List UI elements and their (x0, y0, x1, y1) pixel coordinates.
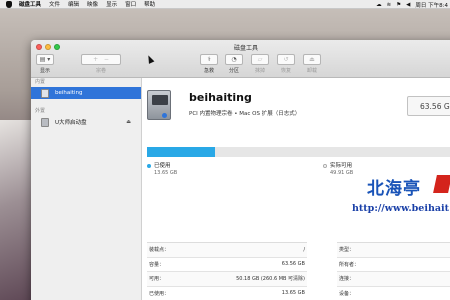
erase-button[interactable]: ▱ 抹掉 (251, 54, 269, 74)
legend-free: 实际可用 (323, 161, 352, 169)
volume-button[interactable]: + − 宗卷 (81, 54, 121, 74)
disk-icon (41, 88, 49, 98)
menu-view[interactable]: 显示 (106, 0, 117, 8)
apple-icon[interactable] (6, 0, 12, 8)
used-swatch (147, 163, 151, 168)
table-row: 设备：dis (337, 287, 450, 300)
view-label: 显示 (39, 68, 50, 74)
wifi-icon[interactable]: ≋ (387, 2, 392, 8)
flag-icon[interactable]: ⚑ (396, 2, 401, 8)
menu-file[interactable]: 文件 (49, 0, 60, 8)
stethoscope-icon: ⚕ (200, 54, 218, 65)
sidebar-item-usb[interactable]: U大师启动盘 ⏏ (31, 116, 141, 128)
volume-label: 宗卷 (95, 68, 106, 74)
add-remove-icon: + − (81, 54, 121, 65)
menu-image[interactable]: 映像 (87, 0, 98, 8)
unmount-label: 卸载 (306, 68, 317, 74)
eject-icon: ⏏ (303, 54, 321, 65)
disk-subtitle: PCI 内置物理宗卷 • Mac OS 扩展（日志式） (189, 111, 301, 117)
sidebar: 内置 beihaiting 外置 U大师启动盘 ⏏ (31, 78, 142, 300)
menu-help[interactable]: 帮助 (144, 0, 155, 8)
disk-name: beihaiting (189, 91, 252, 104)
watermark-title: 北海亭 (367, 179, 421, 199)
menu-edit[interactable]: 编辑 (68, 0, 79, 8)
table-row: 已使用： 13.65 GB (147, 287, 307, 300)
volume-icon[interactable]: ◀ (406, 2, 410, 8)
erase-icon: ▱ (251, 54, 269, 65)
capacity-badge: 63.56 G (407, 96, 450, 116)
usage-bar (147, 147, 450, 157)
sidebar-item-label: beihaiting (55, 90, 83, 96)
sidebar-item-label: U大师启动盘 (55, 120, 87, 126)
sidebar-external-header: 外置 (35, 108, 46, 114)
partition-button[interactable]: ◔ 分区 (225, 54, 243, 74)
eject-icon[interactable]: ⏏ (126, 119, 131, 125)
watermark-logo (433, 175, 450, 193)
legend-used-label: 已使用 (154, 163, 171, 169)
info-table-right: 类型： 所有者： 连接： 设备：dis (337, 242, 450, 300)
free-swatch (323, 163, 327, 168)
menu-bar: 磁盘工具 文件 编辑 映像 显示 窗口 帮助 ☁ ≋ ⚑ ◀ 周日 下午8:4 (0, 0, 450, 9)
menu-clock[interactable]: 周日 下午8:4 (415, 1, 448, 9)
sidebar-item-beihaiting[interactable]: beihaiting (31, 87, 141, 99)
usage-bar-used (147, 147, 215, 157)
first-aid-button[interactable]: ⚕ 急救 (200, 54, 218, 74)
table-row: 可用： 50.18 GB (260.6 MB 可清除) (147, 272, 307, 287)
menu-app-name[interactable]: 磁盘工具 (19, 0, 41, 8)
partition-icon: ◔ (225, 54, 243, 65)
table-row: 装载点： / (147, 243, 307, 258)
legend-used-value: 13.65 GB (154, 170, 178, 176)
table-row: 所有者： (337, 258, 450, 272)
partition-label: 分区 (228, 68, 239, 74)
legend-free-label: 实际可用 (330, 163, 353, 169)
legend-used: 已使用 (147, 161, 171, 169)
internal-disk-icon (147, 90, 171, 120)
disk-utility-window: 磁盘工具 ▤ ▾ 显示 + − 宗卷 ⚕ 急救 ◔ 分区 ▱ 抹掉 ↺ 恢复 ⏏… (31, 40, 450, 300)
title-bar: 磁盘工具 ▤ ▾ 显示 + − 宗卷 ⚕ 急救 ◔ 分区 ▱ 抹掉 ↺ 恢复 ⏏… (31, 40, 450, 78)
table-row: 连接： (337, 272, 450, 287)
restore-button[interactable]: ↺ 恢复 (277, 54, 295, 74)
legend-free-value: 49.91 GB (330, 170, 354, 176)
view-button[interactable]: ▤ ▾ 显示 (36, 54, 54, 74)
restore-icon: ↺ (277, 54, 295, 65)
watermark-url: http://www.beihait (352, 203, 450, 214)
unmount-button[interactable]: ⏏ 卸载 (303, 54, 321, 74)
menu-window[interactable]: 窗口 (125, 0, 136, 8)
cloud-icon[interactable]: ☁ (376, 2, 382, 8)
restore-label: 恢复 (280, 68, 291, 74)
table-row: 类型： (337, 243, 450, 258)
sidebar-internal-header: 内置 (35, 79, 46, 85)
erase-label: 抹掉 (254, 68, 265, 74)
table-row: 容量： 63.56 GB (147, 258, 307, 272)
first-aid-label: 急救 (203, 68, 214, 74)
external-disk-icon (41, 117, 49, 127)
sidebar-icon: ▤ ▾ (36, 54, 54, 65)
info-table-left: 装载点： / 容量： 63.56 GB 可用： 50.18 GB (260.6 MB … (147, 242, 307, 300)
window-title: 磁盘工具 (233, 45, 258, 52)
